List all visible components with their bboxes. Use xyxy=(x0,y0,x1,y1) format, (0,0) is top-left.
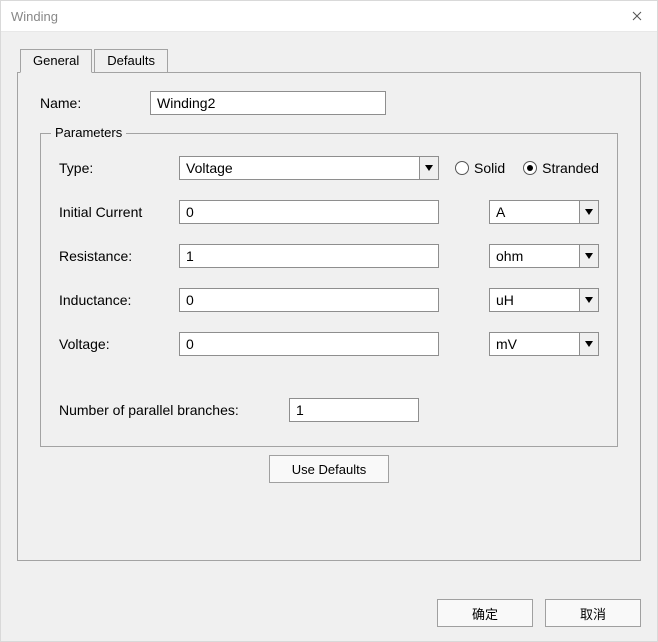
resistance-row: Resistance: ohm xyxy=(59,244,599,268)
type-dropdown[interactable]: Voltage xyxy=(179,156,439,180)
voltage-unit-dropdown[interactable]: mV xyxy=(489,332,599,356)
parallel-label: Number of parallel branches: xyxy=(59,402,289,418)
radio-solid-label: Solid xyxy=(474,160,505,176)
initial-current-unit-dropdown[interactable]: A xyxy=(489,200,599,224)
inductance-row: Inductance: uH xyxy=(59,288,599,312)
window: Winding General Defaults Name: Parameter… xyxy=(0,0,658,642)
radio-icon xyxy=(455,161,469,175)
voltage-unit: mV xyxy=(490,336,523,352)
parallel-input[interactable] xyxy=(289,398,419,422)
voltage-row: Voltage: mV xyxy=(59,332,599,356)
initial-current-input[interactable] xyxy=(179,200,439,224)
name-row: Name: xyxy=(40,91,618,115)
close-button[interactable] xyxy=(617,1,657,31)
inductance-label: Inductance: xyxy=(59,292,179,308)
radio-stranded[interactable]: Stranded xyxy=(523,160,599,176)
radio-stranded-label: Stranded xyxy=(542,160,599,176)
conductor-radio-group: Solid Stranded xyxy=(455,160,599,176)
close-icon xyxy=(632,8,642,24)
window-title: Winding xyxy=(11,9,58,24)
resistance-label: Resistance: xyxy=(59,248,179,264)
parameters-legend: Parameters xyxy=(51,125,126,140)
footer-buttons: 确定 取消 xyxy=(437,599,641,627)
type-row: Type: Voltage Solid xyxy=(59,156,599,180)
initial-current-row: Initial Current A xyxy=(59,200,599,224)
resistance-unit-dropdown[interactable]: ohm xyxy=(489,244,599,268)
type-value: Voltage xyxy=(180,160,239,176)
tab-panel-general: Name: Parameters Type: Voltage xyxy=(17,72,641,561)
name-input[interactable] xyxy=(150,91,386,115)
resistance-input[interactable] xyxy=(179,244,439,268)
titlebar: Winding xyxy=(1,1,657,32)
inductance-input[interactable] xyxy=(179,288,439,312)
tab-strip: General Defaults xyxy=(20,48,170,72)
ok-button[interactable]: 确定 xyxy=(437,599,533,627)
radio-solid[interactable]: Solid xyxy=(455,160,505,176)
resistance-unit: ohm xyxy=(490,248,529,264)
chevron-down-icon xyxy=(579,201,598,223)
initial-current-unit: A xyxy=(490,204,511,220)
voltage-label: Voltage: xyxy=(59,336,179,352)
name-label: Name: xyxy=(40,95,150,111)
tab-general[interactable]: General xyxy=(20,49,92,73)
chevron-down-icon xyxy=(419,157,438,179)
body: General Defaults Name: Parameters Type: … xyxy=(1,32,657,641)
use-defaults-row: Use Defaults xyxy=(40,455,618,483)
chevron-down-icon xyxy=(579,245,598,267)
initial-current-label: Initial Current xyxy=(59,204,179,220)
use-defaults-button[interactable]: Use Defaults xyxy=(269,455,389,483)
chevron-down-icon xyxy=(579,333,598,355)
cancel-button[interactable]: 取消 xyxy=(545,599,641,627)
tab-container: General Defaults Name: Parameters Type: … xyxy=(17,48,641,561)
chevron-down-icon xyxy=(579,289,598,311)
type-label: Type: xyxy=(59,160,179,176)
voltage-input[interactable] xyxy=(179,332,439,356)
parallel-row: Number of parallel branches: xyxy=(59,398,599,422)
tab-defaults[interactable]: Defaults xyxy=(94,49,168,73)
inductance-unit: uH xyxy=(490,292,520,308)
parameters-group: Parameters Type: Voltage Sol xyxy=(40,133,618,447)
inductance-unit-dropdown[interactable]: uH xyxy=(489,288,599,312)
radio-icon xyxy=(523,161,537,175)
